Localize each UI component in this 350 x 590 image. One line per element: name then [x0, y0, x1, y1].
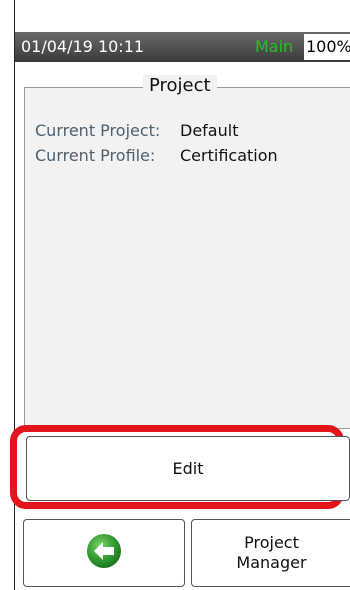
project-manager-label-line2: Manager [236, 553, 307, 572]
edit-button[interactable]: Edit [26, 436, 350, 501]
current-project-value: Default [180, 121, 239, 140]
current-project-label: Current Project: [35, 121, 161, 140]
back-arrow-icon [85, 532, 123, 574]
back-button[interactable] [23, 519, 185, 587]
status-datetime: 01/04/19 10:11 [21, 37, 145, 56]
project-manager-label-line1: Project [244, 533, 299, 552]
current-profile-label: Current Profile: [35, 146, 156, 165]
current-project-row: Current Project: Default [35, 121, 238, 140]
edit-button-label: Edit [172, 459, 204, 478]
project-manager-button[interactable]: Project Manager [191, 519, 350, 587]
status-bar: 01/04/19 10:11 Main 100% [15, 32, 350, 62]
current-profile-value: Certification [180, 146, 278, 165]
panel-title: Project [143, 75, 217, 96]
battery-level: 100% [304, 34, 350, 60]
current-profile-row: Current Profile: Certification [35, 146, 278, 165]
status-mode: Main [255, 37, 294, 56]
project-panel: Project Current Project: Default Current … [24, 75, 350, 429]
